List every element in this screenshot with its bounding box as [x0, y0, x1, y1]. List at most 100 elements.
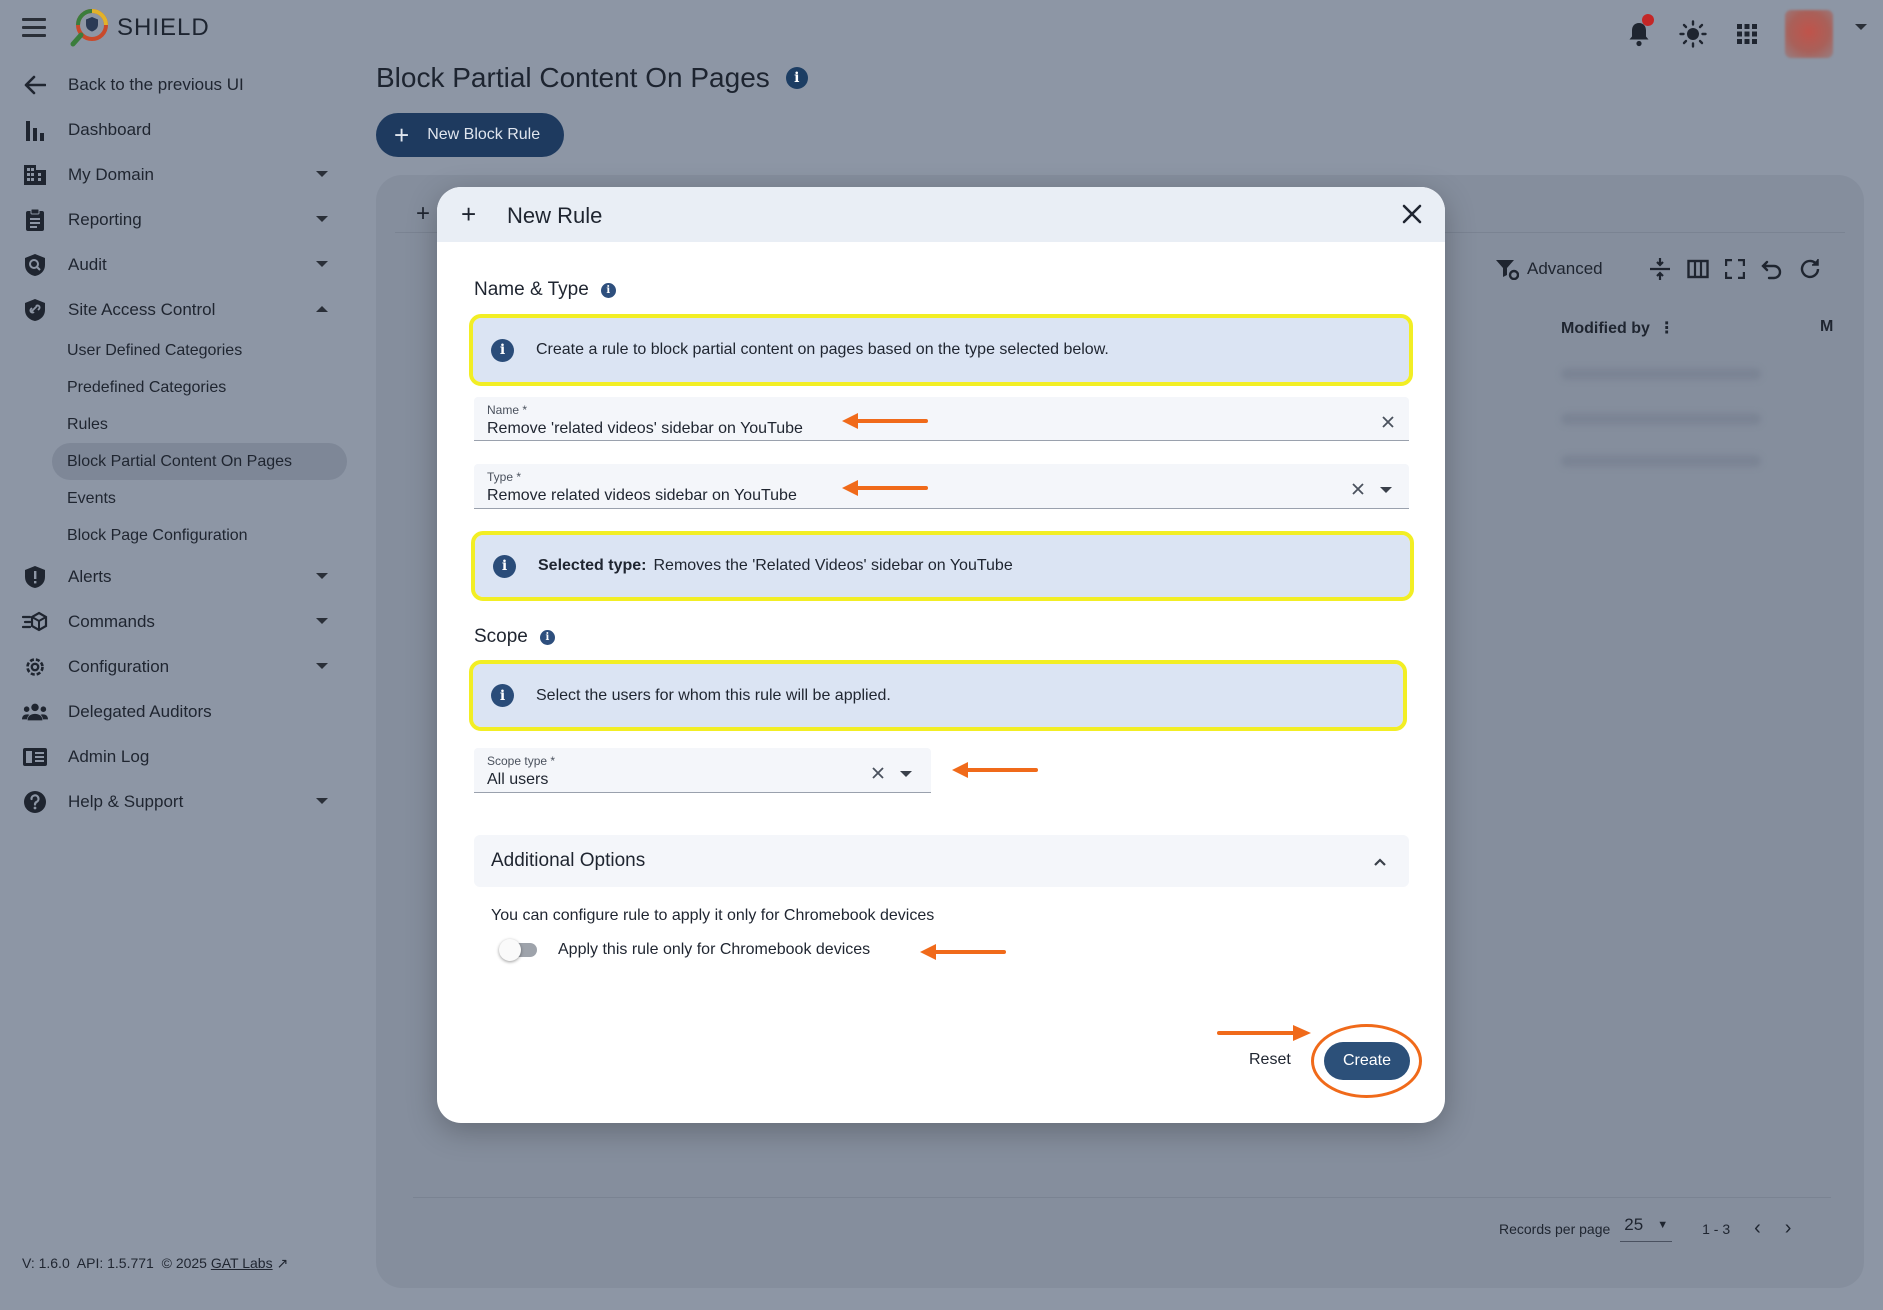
next-page-icon[interactable]: ›: [1785, 1217, 1792, 1240]
api-version-text: API: 1.5.771: [76, 1255, 154, 1271]
new-rule-dialog: + New Rule Name & Type i i Create a rule…: [437, 187, 1445, 1123]
sidebar-item-configuration[interactable]: Configuration: [0, 644, 360, 689]
sidebar-item-label: Delegated Auditors: [68, 701, 212, 721]
sidebar-item-admin-log[interactable]: Admin Log: [0, 734, 360, 779]
sidebar-item-label: Reporting: [68, 209, 142, 229]
info-icon: i: [491, 684, 514, 707]
account-menu-chevron-down-icon[interactable]: [1855, 24, 1867, 30]
clear-icon[interactable]: [1350, 481, 1366, 497]
menu-icon[interactable]: [22, 18, 46, 38]
chevron-down-icon: [316, 216, 328, 222]
sidebar-subitem-block-partial-content[interactable]: Block Partial Content On Pages: [52, 443, 347, 480]
advanced-filter-button[interactable]: Advanced: [1495, 258, 1603, 280]
sidebar: Back to the previous UI Dashboard My Dom…: [0, 62, 360, 824]
alert-shield-icon: [22, 564, 48, 590]
info-icon[interactable]: i: [785, 67, 808, 89]
chevron-down-icon[interactable]: [1380, 487, 1392, 493]
reset-button[interactable]: Reset: [1249, 1051, 1291, 1069]
page-range: 1 - 3: [1702, 1220, 1731, 1237]
notifications-bell-icon[interactable]: [1623, 14, 1655, 50]
clear-icon[interactable]: [870, 765, 886, 781]
chevron-down-icon: ▼: [1657, 1219, 1669, 1231]
user-avatar[interactable]: [1785, 10, 1833, 58]
audit-shield-icon: [22, 252, 48, 278]
sidebar-subitem-rules[interactable]: Rules: [0, 406, 360, 443]
gear-icon: [22, 654, 48, 680]
sidebar-item-audit[interactable]: Audit: [0, 242, 360, 287]
sidebar-item-delegated-auditors[interactable]: Delegated Auditors: [0, 689, 360, 734]
modified-by-header[interactable]: Modified by ⋮: [1561, 318, 1675, 338]
new-block-rule-button[interactable]: + New Block Rule: [376, 113, 564, 157]
chevron-down-icon: [316, 261, 328, 267]
density-icon[interactable]: [1649, 257, 1671, 281]
info-icon[interactable]: i: [600, 282, 616, 298]
records-per-page-label: Records per page: [1499, 1220, 1611, 1237]
annotation-arrow-right: [1217, 1025, 1311, 1041]
columns-icon[interactable]: [1686, 259, 1709, 279]
sidebar-item-label: Admin Log: [68, 746, 150, 766]
building-icon: [22, 162, 48, 188]
records-per-page-select[interactable]: 25 ▼: [1620, 1215, 1673, 1242]
name-field[interactable]: Name * Remove 'related videos' sidebar o…: [474, 397, 1409, 441]
sidebar-item-label: Site Access Control: [68, 299, 216, 319]
fullscreen-icon[interactable]: [1724, 259, 1745, 279]
undo-icon[interactable]: [1760, 258, 1783, 280]
previous-page-icon[interactable]: ‹: [1754, 1217, 1761, 1240]
chevron-up-icon[interactable]: [1373, 855, 1387, 869]
sidebar-subitem-events[interactable]: Events: [0, 480, 360, 517]
clear-icon[interactable]: [1380, 414, 1396, 430]
create-button[interactable]: Create: [1324, 1042, 1410, 1080]
chevron-down-icon: [316, 663, 328, 669]
add-tab-plus-icon[interactable]: +: [416, 200, 430, 228]
sidebar-item-site-access-control[interactable]: Site Access Control: [0, 287, 360, 332]
scope-type-value: All users: [487, 771, 549, 788]
version-text: V: 1.6.0: [22, 1255, 70, 1271]
type-select[interactable]: Type * Remove related videos sidebar on …: [474, 464, 1409, 509]
sidebar-item-alerts[interactable]: Alerts: [0, 554, 360, 599]
shield-link-icon: [22, 297, 48, 323]
blurred-cell: [1561, 455, 1761, 467]
close-icon[interactable]: [1399, 201, 1425, 227]
sidebar-item-label: Alerts: [68, 566, 112, 586]
plus-icon: +: [394, 120, 410, 150]
scope-type-select[interactable]: Scope type * All users: [474, 748, 931, 793]
notification-dot: [1642, 14, 1654, 26]
sidebar-subitem-predefined-categories[interactable]: Predefined Categories: [0, 369, 360, 406]
theme-toggle-sun-icon[interactable]: [1677, 18, 1709, 50]
apps-grid-icon[interactable]: [1731, 18, 1763, 50]
selected-type-info-banner: i Selected type: Removes the 'Related Vi…: [471, 531, 1414, 601]
arrow-left-icon: [22, 72, 48, 98]
sidebar-item-label: Audit: [68, 254, 107, 274]
commands-icon: [22, 609, 48, 635]
sidebar-subitem-block-page-configuration[interactable]: Block Page Configuration: [0, 517, 360, 554]
annotation-arrow-left: [952, 762, 1038, 778]
scope-title-text: Scope: [474, 626, 528, 647]
version-footer: V: 1.6.0 API: 1.5.771 © 2025 GAT Labs ↗: [22, 1255, 288, 1272]
chromebook-description: You can configure rule to apply it only …: [491, 907, 935, 924]
sidebar-item-my-domain[interactable]: My Domain: [0, 152, 360, 197]
type-field-value: Remove related videos sidebar on YouTube: [487, 487, 797, 504]
additional-options-accordion[interactable]: Additional Options: [474, 835, 1409, 887]
refresh-icon[interactable]: [1799, 258, 1821, 280]
back-to-previous-ui-link[interactable]: Back to the previous UI: [0, 62, 360, 107]
sidebar-subitem-user-defined-categories[interactable]: User Defined Categories: [0, 332, 360, 369]
sidebar-item-dashboard[interactable]: Dashboard: [0, 107, 360, 152]
name-type-section-title: Name & Type i: [474, 279, 616, 301]
toggle-knob: [499, 939, 521, 961]
dialog-header: + New Rule: [437, 187, 1445, 242]
chevron-up-icon: [316, 306, 328, 312]
dialog-title: New Rule: [507, 203, 603, 228]
gat-labs-link[interactable]: GAT Labs: [211, 1255, 273, 1271]
sidebar-item-label: Dashboard: [68, 119, 152, 139]
chevron-down-icon[interactable]: [900, 771, 912, 777]
sidebar-item-help-support[interactable]: Help & Support: [0, 779, 360, 824]
name-field-value[interactable]: Remove 'related videos' sidebar on YouTu…: [487, 420, 803, 438]
selected-type-label: Selected type:: [538, 557, 647, 574]
info-icon[interactable]: i: [539, 629, 555, 645]
sidebar-item-commands[interactable]: Commands: [0, 599, 360, 644]
column-menu-icon[interactable]: ⋮: [1654, 320, 1675, 337]
copyright-text: © 2025: [161, 1255, 207, 1271]
sidebar-item-label: Help & Support: [68, 791, 184, 811]
sidebar-item-reporting[interactable]: Reporting: [0, 197, 360, 242]
chromebook-only-toggle[interactable]: [499, 939, 537, 961]
